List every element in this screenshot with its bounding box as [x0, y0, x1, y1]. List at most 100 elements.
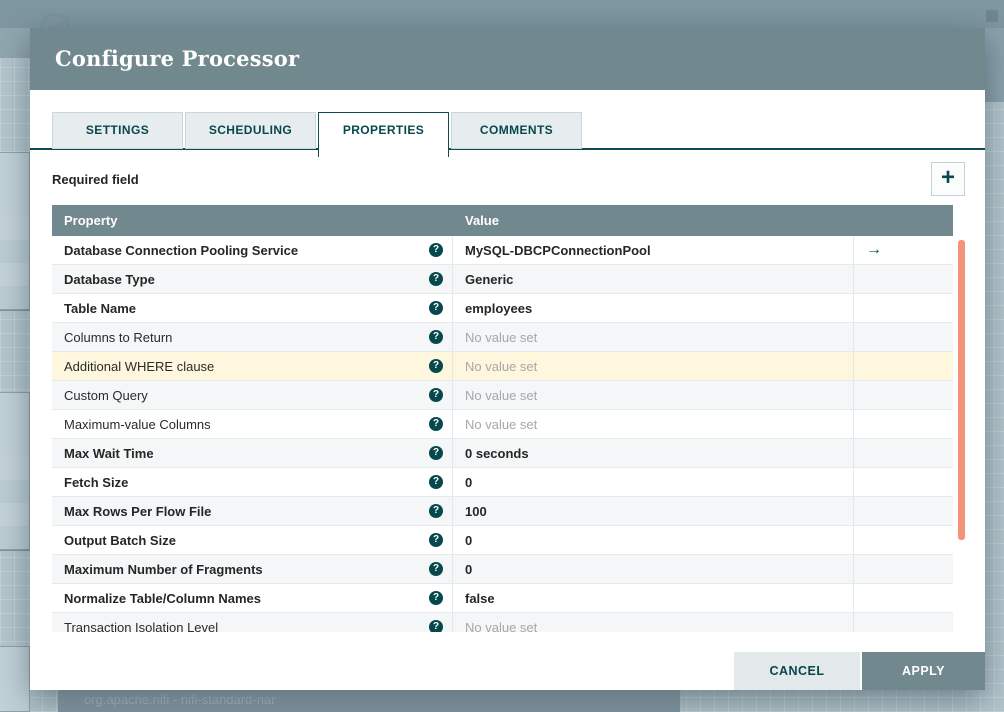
processor-stat-label: Tasks/Time [0, 526, 29, 549]
tab-bar: SETTINGSSCHEDULINGPROPERTIESCOMMENTS [30, 112, 985, 150]
plus-icon: + [941, 164, 955, 191]
processor-stat-label: Out [0, 503, 29, 526]
help-icon[interactable]: ? [429, 620, 443, 632]
goto-cell [854, 584, 953, 612]
property-name: Output Batch Size [64, 533, 429, 548]
property-name-cell: Output Batch Size? [52, 526, 453, 554]
dialog-title: Configure Processor [55, 28, 299, 90]
add-property-button[interactable]: + [931, 162, 965, 196]
help-icon[interactable]: ? [429, 417, 443, 431]
tab-properties[interactable]: PROPERTIES [318, 112, 449, 157]
property-name-cell: Normalize Table/Column Names? [52, 584, 453, 612]
property-value: employees [465, 301, 532, 316]
required-field-label: Required field [52, 172, 139, 187]
help-icon[interactable]: ? [429, 591, 443, 605]
property-name-cell: Database Type? [52, 265, 453, 293]
properties-table-header: Property Value [52, 205, 953, 236]
property-value-cell[interactable]: 0 [453, 468, 854, 496]
property-name-cell: Additional WHERE clause? [52, 352, 453, 380]
goto-cell [854, 352, 953, 380]
property-row: Database Connection Pooling Service? MySQ… [52, 236, 953, 265]
property-name: Custom Query [64, 388, 429, 403]
property-value-cell[interactable]: No value set [453, 410, 854, 438]
property-row: Maximum-value Columns? No value set [52, 410, 953, 439]
property-value-cell[interactable]: employees [453, 294, 854, 322]
property-row: Normalize Table/Column Names? false [52, 584, 953, 613]
tab-settings[interactable]: SETTINGS [52, 112, 183, 149]
help-icon[interactable]: ? [429, 504, 443, 518]
property-value-cell[interactable]: No value set [453, 352, 854, 380]
property-row: Output Batch Size? 0 [52, 526, 953, 555]
processor-stat-label: In [0, 457, 29, 480]
property-value-cell[interactable]: 0 [453, 526, 854, 554]
help-icon[interactable]: ? [429, 562, 443, 576]
property-name-cell: Transaction Isolation Level? [52, 613, 453, 632]
cancel-button[interactable]: CANCEL [734, 652, 860, 690]
property-name: Normalize Table/Column Names [64, 591, 429, 606]
property-name-cell: Columns to Return? [52, 323, 453, 351]
property-value: MySQL-DBCPConnectionPool [465, 243, 651, 258]
property-value-cell[interactable]: No value set [453, 613, 854, 632]
help-icon[interactable]: ? [429, 301, 443, 315]
goto-cell [854, 381, 953, 409]
tab-scheduling[interactable]: SCHEDULING [185, 112, 316, 149]
help-icon[interactable]: ? [429, 533, 443, 547]
property-value: No value set [465, 620, 537, 633]
property-name: Fetch Size [64, 475, 429, 490]
property-value-cell[interactable]: No value set [453, 381, 854, 409]
property-value-cell[interactable]: 0 [453, 555, 854, 583]
property-name-cell: Table Name? [52, 294, 453, 322]
property-name-cell: Max Wait Time? [52, 439, 453, 467]
apply-button[interactable]: APPLY [862, 652, 985, 690]
property-name: Max Wait Time [64, 446, 429, 461]
processor-stat-label: In [0, 217, 29, 240]
property-value: false [465, 591, 495, 606]
configure-processor-dialog: Configure Processor SETTINGSSCHEDULINGPR… [30, 28, 985, 690]
processor-node-header [0, 393, 29, 457]
property-value-cell[interactable]: Generic [453, 265, 854, 293]
processor-stat-label: Read/Write [0, 240, 29, 263]
goto-cell [854, 613, 953, 632]
property-name: Maximum-value Columns [64, 417, 429, 432]
property-name-cell: Custom Query? [52, 381, 453, 409]
help-icon[interactable]: ? [429, 272, 443, 286]
goto-cell: → [854, 236, 953, 264]
property-value: Generic [465, 272, 513, 287]
table-scrollbar-thumb[interactable] [958, 240, 965, 540]
table-controls-row: Required field + [52, 162, 965, 198]
property-value: No value set [465, 330, 537, 345]
help-icon[interactable]: ? [429, 330, 443, 344]
property-name-cell: Maximum Number of Fragments? [52, 555, 453, 583]
property-value: 0 [465, 533, 472, 548]
processor-stat-label: Out [0, 263, 29, 286]
property-value-cell[interactable]: No value set [453, 323, 854, 351]
tab-comments[interactable]: COMMENTS [451, 112, 582, 149]
property-value-cell[interactable]: MySQL-DBCPConnectionPool [453, 236, 854, 264]
goto-cell [854, 526, 953, 554]
help-icon[interactable]: ? [429, 446, 443, 460]
help-icon[interactable]: ? [429, 359, 443, 373]
dialog-header: Configure Processor [30, 28, 985, 90]
property-value-cell[interactable]: false [453, 584, 854, 612]
property-row: Columns to Return? No value set [52, 323, 953, 352]
help-icon[interactable]: ? [429, 475, 443, 489]
toolbar-icon [986, 10, 998, 22]
property-value-cell[interactable]: 0 seconds [453, 439, 854, 467]
property-row: Maximum Number of Fragments?0 [52, 555, 953, 584]
property-name: Additional WHERE clause [64, 359, 429, 374]
property-row: Additional WHERE clause?No value set [52, 352, 953, 381]
go-to-service-icon[interactable]: → [866, 241, 882, 259]
property-row: Database Type? Generic [52, 265, 953, 294]
property-row: Custom Query?No value set [52, 381, 953, 410]
property-name-cell: Database Connection Pooling Service? [52, 236, 453, 264]
help-icon[interactable]: ? [429, 243, 443, 257]
help-icon[interactable]: ? [429, 388, 443, 402]
processor-node-header [0, 153, 29, 217]
processor-node-header [0, 647, 29, 711]
property-name: Max Rows Per Flow File [64, 504, 429, 519]
property-name: Database Type [64, 272, 429, 287]
property-value-cell[interactable]: 100 [453, 497, 854, 525]
goto-cell [854, 555, 953, 583]
properties-table-body: Database Connection Pooling Service? MySQ… [52, 236, 953, 632]
property-name-cell: Max Rows Per Flow File? [52, 497, 453, 525]
